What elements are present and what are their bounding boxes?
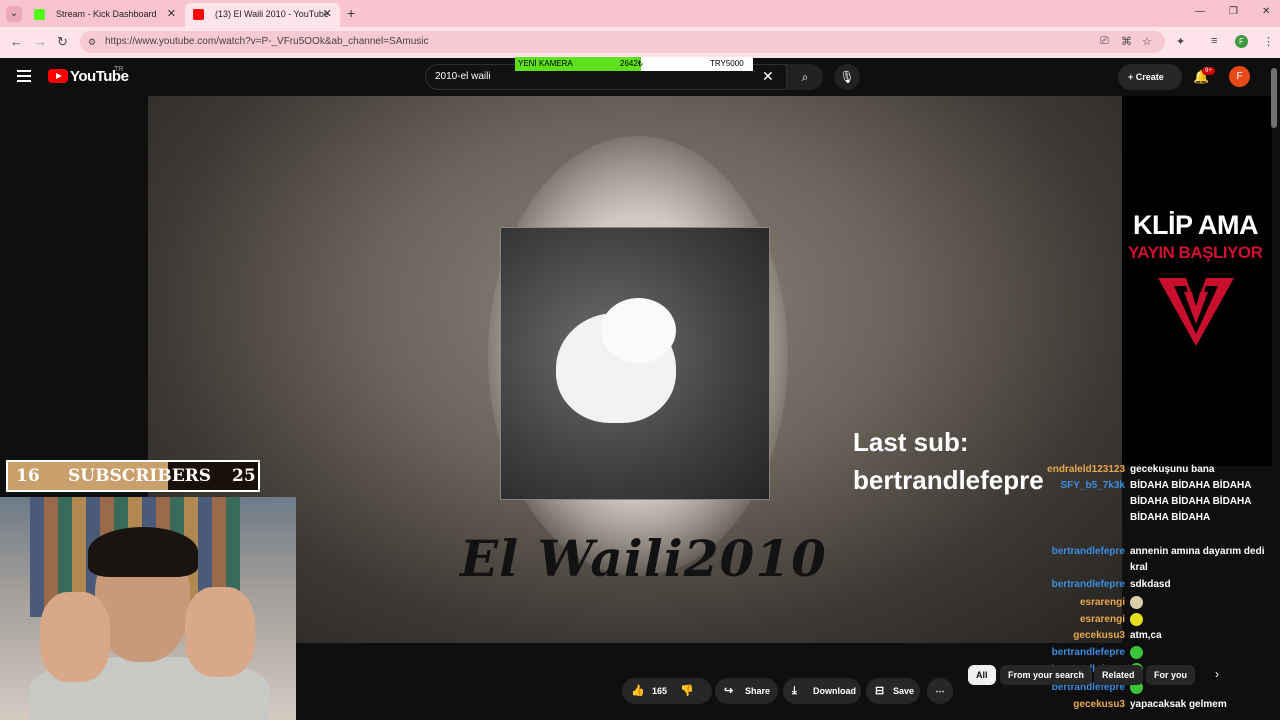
- minimize-icon[interactable]: —: [1195, 6, 1205, 17]
- save-button[interactable]: ⊟ Save: [866, 678, 920, 704]
- subscriber-label: SUBSCRIBERS: [68, 466, 212, 486]
- tab-title: Stream - Kick Dashboard: [56, 9, 157, 19]
- chat-text: annenin amına dayarım dedi kral: [1130, 546, 1265, 573]
- chat-text: BİDAHA BİDAHA BİDAHA BİDAHA BİDAHA BİDAH…: [1130, 480, 1252, 523]
- right-hand: [185, 587, 255, 677]
- new-tab-plus-icon[interactable]: +: [347, 5, 355, 21]
- youtube-favicon-icon: [193, 9, 204, 20]
- last-sub-label: Last sub:: [853, 427, 969, 457]
- chat-username: bertrandlefepre: [1051, 546, 1125, 557]
- yayin-basliyor-title: YAYIN BAŞLIYOR: [1128, 243, 1263, 262]
- bookmark-star-icon[interactable]: ☆: [1142, 35, 1152, 48]
- chat-text: atm,ca: [1130, 630, 1162, 641]
- chat-text: [1130, 612, 1270, 628]
- subscriber-goal-bar: 16 SUBSCRIBERS 25: [6, 460, 260, 492]
- left-hand: [40, 592, 110, 682]
- close-icon[interactable]: ✕: [167, 3, 176, 25]
- more-horizontal-icon: ⋯: [935, 686, 945, 696]
- reload-icon[interactable]: ↻: [57, 34, 68, 50]
- chat-username: bertrandlefepre: [1051, 579, 1125, 590]
- search-button[interactable]: ⌕: [787, 64, 823, 90]
- media-controls-icon[interactable]: ≡: [1211, 35, 1217, 47]
- goal-label: YENİ KAMERA: [518, 59, 573, 68]
- download-icon: ⤓: [792, 685, 797, 697]
- chat-username: esrarengi: [1079, 614, 1125, 625]
- address-toolbar: ← → ↻ ⚙ https://www.youtube.com/watch?v=…: [0, 27, 1280, 58]
- tab-search-chevron-icon[interactable]: ⌄: [6, 6, 22, 22]
- goal-target: TRY5000: [710, 59, 744, 68]
- extensions-icon[interactable]: ✦: [1176, 35, 1185, 48]
- subscriber-goal: 25: [232, 466, 256, 486]
- window-close-icon[interactable]: ✕: [1262, 6, 1270, 17]
- tab-kick-dashboard[interactable]: Stream - Kick Dashboard ✕: [26, 3, 184, 27]
- kick-favicon-icon: [34, 9, 45, 20]
- chat-username: SFY_b5_7k3k: [1060, 480, 1126, 491]
- clear-search-icon[interactable]: ✕: [762, 68, 774, 85]
- browser-tab-bar: ⌄ Stream - Kick Dashboard ✕ (13) El Wail…: [0, 0, 1280, 27]
- like-button[interactable]: 👍 165 👎: [622, 678, 712, 704]
- account-avatar[interactable]: F: [1229, 66, 1250, 87]
- chat-username: esrarengi: [1079, 597, 1125, 608]
- chat-username: gecekusu3: [1073, 630, 1125, 641]
- tab-title: (13) El Waili 2010 - YouTube: [215, 9, 329, 19]
- thumbs-down-icon[interactable]: 👎: [680, 678, 694, 704]
- close-icon[interactable]: ✕: [323, 3, 332, 25]
- sfy-logo-icon: [1158, 278, 1234, 346]
- tab-youtube[interactable]: (13) El Waili 2010 - YouTube ✕: [185, 3, 340, 27]
- cat-head: [601, 298, 676, 363]
- more-vertical-icon[interactable]: ⋮: [1263, 35, 1274, 48]
- thumbs-up-icon: 👍: [631, 685, 645, 697]
- install-app-icon[interactable]: ⎚: [1100, 35, 1109, 48]
- chat-username: bertrandlefepre: [1051, 647, 1125, 658]
- create-button[interactable]: + Create: [1118, 64, 1182, 90]
- more-actions-button[interactable]: ⋯: [927, 678, 953, 704]
- site-info-icon[interactable]: ⚙: [88, 31, 96, 53]
- translate-icon[interactable]: ⌘: [1121, 35, 1132, 48]
- download-label: Download: [813, 686, 856, 696]
- back-arrow-icon[interactable]: ←: [10, 34, 23, 49]
- url-text: https://www.youtube.com/watch?v=P-_VFru5…: [105, 36, 429, 47]
- chat-text: [1130, 595, 1270, 611]
- share-label: Share: [745, 686, 771, 696]
- profile-avatar[interactable]: F: [1235, 35, 1248, 48]
- chat-username: endraleld123123: [1047, 464, 1125, 475]
- download-button[interactable]: ⤓ Download: [783, 678, 861, 704]
- notification-count-badge: 9+: [1202, 67, 1215, 75]
- chip-from-your-search[interactable]: From your search: [1000, 665, 1093, 685]
- chip-related[interactable]: Related: [1094, 665, 1143, 685]
- hamburger-menu-icon[interactable]: [17, 70, 31, 82]
- share-button[interactable]: ↪ Share: [715, 678, 778, 704]
- like-count: 165: [652, 686, 668, 696]
- create-label: Create: [1135, 72, 1164, 82]
- streamer-hair: [88, 527, 198, 577]
- chat-text: sdkdasd: [1130, 579, 1171, 590]
- search-icon: ⌕: [801, 70, 809, 84]
- restore-icon[interactable]: ❐: [1229, 6, 1238, 17]
- save-label: Save: [893, 686, 915, 696]
- chat-text: [1130, 645, 1270, 661]
- plus-icon: +: [1128, 72, 1136, 82]
- emote-icon: [1130, 645, 1143, 659]
- video-caption: El Waili2010: [460, 529, 827, 588]
- forward-arrow-icon[interactable]: →: [34, 34, 47, 49]
- goal-amount: 2642₺: [620, 59, 643, 68]
- chip-for-you[interactable]: For you: [1146, 665, 1195, 685]
- youtube-logo-icon[interactable]: [48, 69, 68, 83]
- voice-search-mic-icon[interactable]: 🎙: [834, 64, 860, 90]
- cat-photo: [500, 227, 770, 500]
- url-field[interactable]: ⚙ https://www.youtube.com/watch?v=P-_VFr…: [80, 31, 1165, 53]
- emote-icon: [1130, 595, 1143, 609]
- chat-text: gecekuşunu bana: [1130, 464, 1215, 475]
- subscriber-count: 16: [16, 466, 40, 486]
- klip-ama-title: KLİP AMA: [1133, 210, 1259, 240]
- share-icon: ↪: [724, 685, 734, 697]
- donation-goal-ticker: YENİ KAMERA 2642₺ TRY5000: [515, 57, 753, 71]
- last-sub-name: bertrandlefepre: [853, 465, 1044, 495]
- country-code: TR: [114, 66, 124, 73]
- chip-all[interactable]: All: [968, 665, 996, 685]
- emote-icon: [1130, 612, 1143, 626]
- chips-next-chevron-icon[interactable]: ›: [1215, 667, 1219, 681]
- page-scrollbar[interactable]: [1271, 68, 1277, 128]
- bookmark-icon: ⊟: [875, 685, 885, 697]
